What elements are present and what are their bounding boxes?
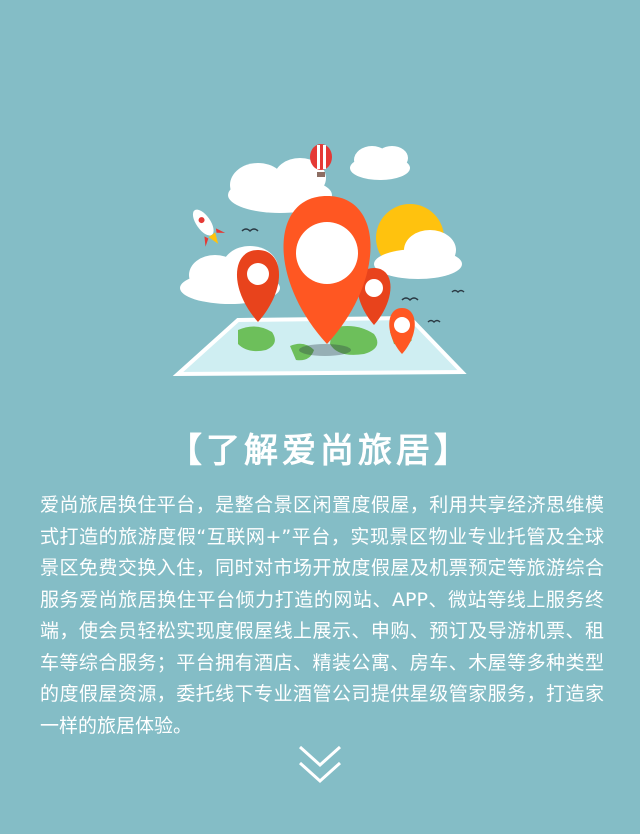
travel-illustration — [172, 144, 467, 377]
rocket-icon — [192, 209, 226, 247]
section-title: 【了解爱尚旅居】 — [168, 431, 472, 471]
map-pin-icon — [236, 250, 280, 322]
double-chevron-down-icon[interactable] — [296, 743, 344, 787]
cloud-icon — [350, 146, 410, 180]
intro-paragraph: 爱尚旅居换住平台，是整合景区闲置度假屋，利用共享经济思维模式打造的旅游度假“互联… — [40, 494, 604, 737]
